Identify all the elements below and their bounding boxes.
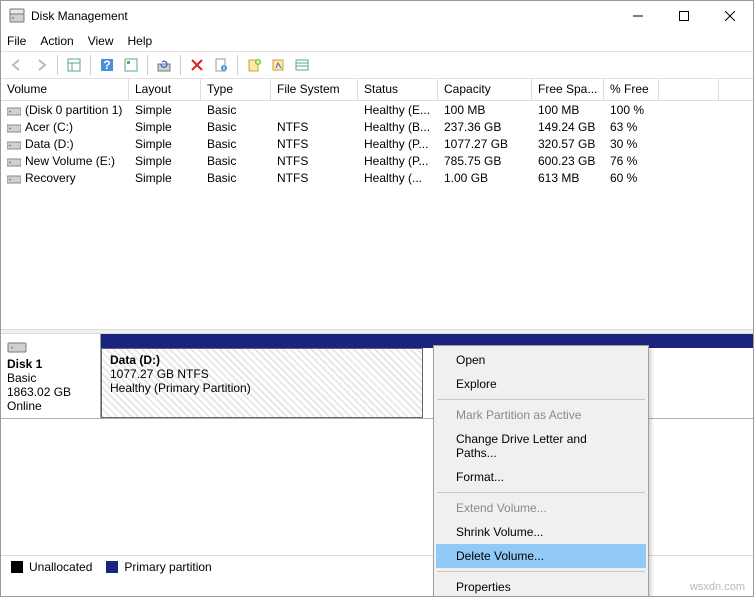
forward-button[interactable]	[31, 55, 51, 75]
disk-type: Basic	[7, 371, 94, 385]
settings-button[interactable]	[121, 55, 141, 75]
minimize-button[interactable]	[615, 1, 661, 31]
col-status[interactable]: Status	[358, 79, 438, 100]
col-layout[interactable]: Layout	[129, 79, 201, 100]
col-type[interactable]: Type	[201, 79, 271, 100]
help-button[interactable]: ?	[97, 55, 117, 75]
new-button[interactable]	[244, 55, 264, 75]
ctx-format[interactable]: Format...	[436, 465, 646, 489]
col-free[interactable]: Free Spa...	[532, 79, 604, 100]
properties-button[interactable]	[211, 55, 231, 75]
ctx-mark-active: Mark Partition as Active	[436, 403, 646, 427]
table-row[interactable]: RecoverySimpleBasicNTFSHealthy (...1.00 …	[1, 169, 753, 186]
ctx-extend: Extend Volume...	[436, 496, 646, 520]
ctx-open[interactable]: Open	[436, 348, 646, 372]
titlebar: Disk Management	[1, 1, 753, 31]
col-capacity[interactable]: Capacity	[438, 79, 532, 100]
menubar: File Action View Help	[1, 31, 753, 51]
partition-header-bar	[101, 334, 753, 348]
disk-icon	[7, 340, 27, 354]
ctx-shrink[interactable]: Shrink Volume...	[436, 520, 646, 544]
ctx-explore[interactable]: Explore	[436, 372, 646, 396]
disk-map: Data (D:) 1077.27 GB NTFS Healthy (Prima…	[101, 334, 753, 418]
col-pctfree[interactable]: % Free	[604, 79, 659, 100]
refresh-button[interactable]	[154, 55, 174, 75]
table-row[interactable]: Acer (C:)SimpleBasicNTFSHealthy (B...237…	[1, 118, 753, 135]
legend-primary: Primary partition	[124, 560, 211, 574]
delete-button[interactable]	[187, 55, 207, 75]
menu-view[interactable]: View	[88, 34, 114, 48]
partition-size: 1077.27 GB NTFS	[110, 367, 414, 381]
partition-data-d[interactable]: Data (D:) 1077.27 GB NTFS Healthy (Prima…	[101, 348, 423, 418]
disk-label: Disk 1	[7, 357, 94, 371]
svg-text:?: ?	[103, 58, 110, 72]
table-row[interactable]: Data (D:)SimpleBasicNTFSHealthy (P...107…	[1, 135, 753, 152]
legend-unallocated: Unallocated	[29, 560, 92, 574]
swatch-primary	[106, 561, 118, 573]
ctx-change-letter[interactable]: Change Drive Letter and Paths...	[436, 427, 646, 465]
rescan-button[interactable]	[268, 55, 288, 75]
col-filesystem[interactable]: File System	[271, 79, 358, 100]
table-row[interactable]: (Disk 0 partition 1)SimpleBasicHealthy (…	[1, 101, 753, 118]
disk-info[interactable]: Disk 1 Basic 1863.02 GB Online	[1, 334, 101, 418]
maximize-button[interactable]	[661, 1, 707, 31]
disk-size: 1863.02 GB	[7, 385, 94, 399]
swatch-unallocated	[11, 561, 23, 573]
window-title: Disk Management	[31, 9, 615, 23]
col-volume[interactable]: Volume	[1, 79, 129, 100]
partition-state: Healthy (Primary Partition)	[110, 381, 414, 395]
menu-help[interactable]: Help	[128, 34, 153, 48]
context-menu: Open Explore Mark Partition as Active Ch…	[433, 345, 649, 597]
app-icon	[9, 8, 25, 24]
views-button[interactable]	[64, 55, 84, 75]
ctx-delete[interactable]: Delete Volume...	[436, 544, 646, 568]
menu-file[interactable]: File	[7, 34, 26, 48]
close-button[interactable]	[707, 1, 753, 31]
ctx-properties[interactable]: Properties	[436, 575, 646, 597]
disk-state: Online	[7, 399, 94, 413]
list-button[interactable]	[292, 55, 312, 75]
volume-list: Volume Layout Type File System Status Ca…	[1, 79, 753, 329]
toolbar: ?	[1, 51, 753, 79]
watermark: wsxdn.com	[690, 581, 745, 593]
table-row[interactable]: New Volume (E:)SimpleBasicNTFSHealthy (P…	[1, 152, 753, 169]
menu-action[interactable]: Action	[40, 34, 73, 48]
partition-name: Data (D:)	[110, 353, 414, 367]
col-extra[interactable]	[659, 79, 719, 100]
volume-list-header: Volume Layout Type File System Status Ca…	[1, 79, 753, 101]
back-button[interactable]	[7, 55, 27, 75]
